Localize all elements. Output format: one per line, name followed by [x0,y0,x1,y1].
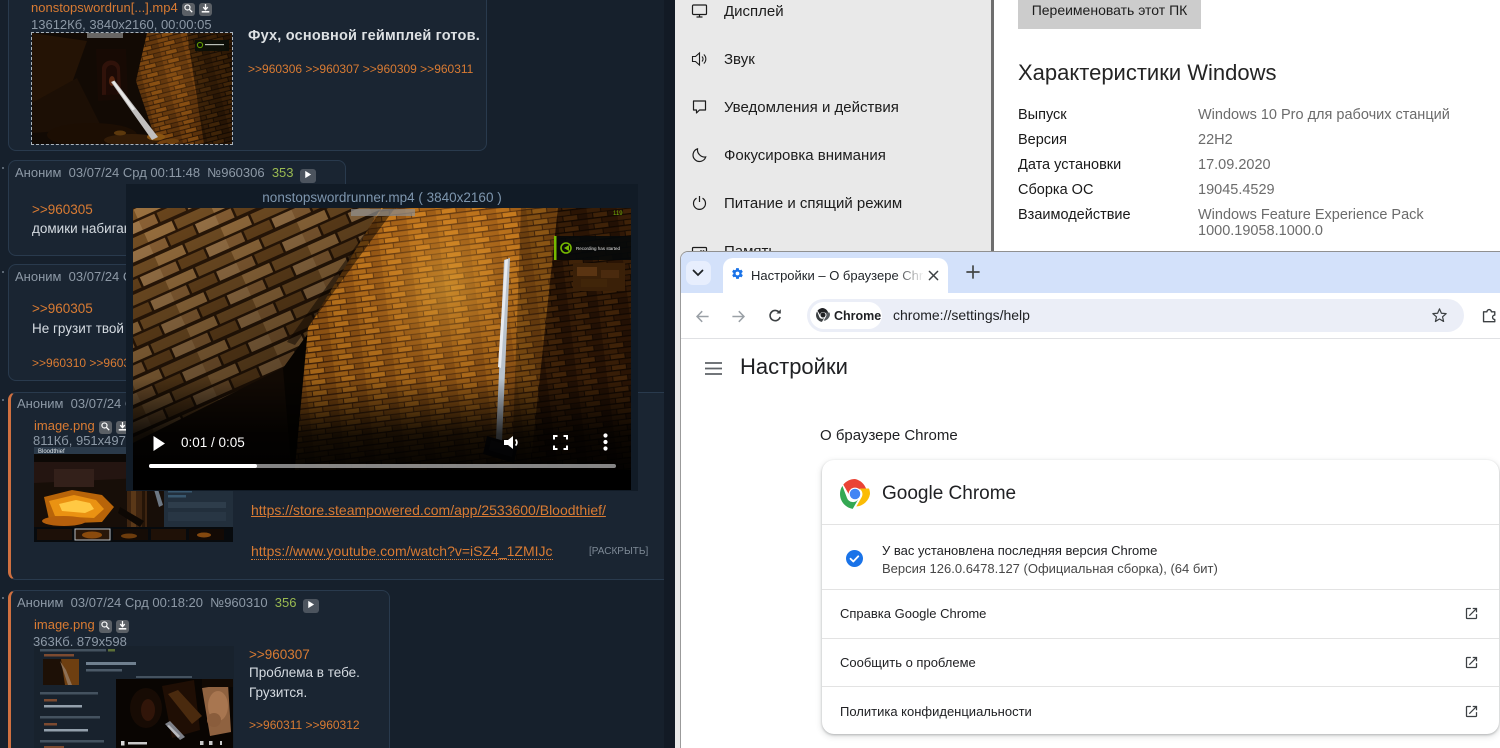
svg-text:119: 119 [613,211,623,217]
svg-text:Recording has started: Recording has started [576,246,621,251]
svg-text:Bloodthief: Bloodthief [38,449,65,455]
